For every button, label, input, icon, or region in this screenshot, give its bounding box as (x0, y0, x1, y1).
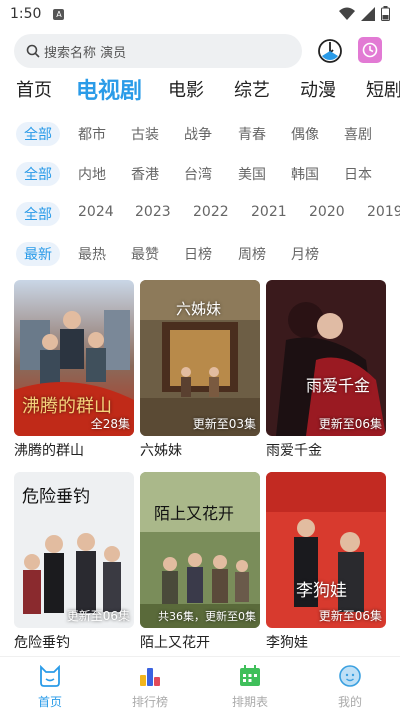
poster-image: 沸腾的群山 全28集 (14, 280, 134, 436)
drama-card[interactable]: 沸腾的群山 全28集 沸腾的群山 (14, 280, 134, 460)
tab-anime[interactable]: 动漫 (300, 76, 336, 102)
drama-title: 沸腾的群山 (14, 443, 84, 459)
filter-chip[interactable]: 最新 (16, 242, 60, 266)
tab-short-drama[interactable]: 短剧 (366, 76, 400, 102)
filter-chip[interactable]: 周榜 (238, 244, 266, 264)
category-tabs: 首页 电视剧 电影 综艺 动漫 短剧 (0, 76, 400, 106)
search-icon (26, 44, 40, 58)
drama-card[interactable]: 陌上又花开 共36集，更新至0集 陌上又花开 (140, 472, 260, 652)
calendar-icon (240, 665, 260, 686)
filter-chip[interactable]: 日榜 (184, 244, 212, 264)
nav-label: 排期表 (231, 695, 268, 709)
clock-icon (362, 42, 378, 58)
nav-label: 首页 (37, 695, 62, 709)
filter-chip[interactable]: 月榜 (291, 244, 319, 264)
drama-card[interactable]: 雨爱千金 更新至06集 雨爱千金 (266, 280, 386, 460)
filter-chip[interactable]: 最赞 (131, 244, 159, 264)
filter-chip[interactable]: 古装 (131, 124, 159, 144)
filter-chip[interactable]: 2023 (135, 204, 171, 220)
filter-chip[interactable]: 2024 (78, 204, 114, 220)
filter-chip[interactable]: 日本 (344, 164, 372, 184)
filter-chip[interactable]: 美国 (238, 164, 266, 184)
filter-chip[interactable]: 台湾 (184, 164, 212, 184)
drama-card[interactable]: 危险垂钓 更新至06集 危险垂钓 (14, 472, 134, 652)
filter-chip[interactable]: 2021 (251, 204, 287, 220)
poster-art (266, 280, 386, 436)
status-time: 1:50 (10, 6, 42, 22)
episode-badge: 更新至06集 (318, 417, 382, 431)
filter-chip[interactable]: 韩国 (291, 164, 319, 184)
sort-filter-row: 最新 最热 最赞 日榜 周榜 月榜 (0, 242, 400, 270)
filter-chip[interactable]: 香港 (131, 164, 159, 184)
wifi-icon (339, 7, 355, 20)
tab-variety[interactable]: 综艺 (234, 76, 270, 102)
filter-chip[interactable]: 偶像 (291, 124, 319, 144)
poster-image: 危险垂钓 更新至06集 (14, 472, 134, 628)
episode-badge: 共36集，更新至0集 (158, 610, 256, 623)
tab-home[interactable]: 首页 (16, 76, 52, 102)
nav-label: 排行榜 (131, 695, 168, 709)
poster-image: 雨爱千金 更新至06集 (266, 280, 386, 436)
tab-movies[interactable]: 电影 (168, 76, 204, 102)
filter-chip[interactable]: 全部 (16, 122, 60, 146)
drama-title: 李狗娃 (266, 635, 308, 651)
filter-chip[interactable]: 2019 (367, 204, 400, 220)
profile-icon (339, 665, 361, 687)
filter-chip[interactable]: 战争 (184, 124, 212, 144)
notification-a-icon: A (53, 8, 65, 20)
poster-art (266, 472, 386, 628)
filter-chip[interactable]: 2020 (309, 204, 345, 220)
poster-title-text: 李狗娃 (296, 581, 347, 601)
episode-badge: 全28集 (90, 417, 130, 431)
nav-ranking[interactable]: 排行榜 (115, 665, 185, 710)
poster-art (140, 472, 260, 628)
poster-title-text: 危险垂钓 (22, 487, 90, 507)
nav-profile[interactable]: 我的 (315, 665, 385, 710)
search-placeholder: 搜索名称 演员 (44, 45, 127, 61)
drama-title: 陌上又花开 (140, 635, 210, 651)
poster-image: 六姊妹 更新至03集 (140, 280, 260, 436)
history-download-icon[interactable] (317, 38, 343, 64)
episode-badge: 更新至06集 (66, 609, 130, 623)
drama-title: 危险垂钓 (14, 635, 70, 651)
drama-title: 雨爱千金 (266, 443, 322, 459)
filter-chip[interactable]: 最热 (78, 244, 106, 264)
drama-card[interactable]: 李狗娃 更新至06集 李狗娃 (266, 472, 386, 652)
status-bar: 1:50 A (0, 0, 400, 28)
filter-chip[interactable]: 喜剧 (344, 124, 372, 144)
filter-chip[interactable]: 内地 (78, 164, 106, 184)
ranking-icon (140, 668, 160, 686)
poster-image: 李狗娃 更新至06集 (266, 472, 386, 628)
filter-chip[interactable]: 全部 (16, 162, 60, 186)
genre-filter-row: 全部 都市 古装 战争 青春 偶像 喜剧 (0, 122, 400, 150)
clock-button[interactable] (358, 37, 382, 63)
year-filter-row: 全部 2024 2023 2022 2021 2020 2019 (0, 202, 400, 230)
region-filter-row: 全部 内地 香港 台湾 美国 韩国 日本 (0, 162, 400, 190)
nav-label: 我的 (337, 695, 362, 709)
bottom-nav: 首页 排行榜 排期表 我的 (0, 656, 400, 712)
poster-title-text: 陌上又花开 (154, 504, 235, 523)
episode-badge: 更新至03集 (192, 417, 256, 431)
signal-icon (361, 6, 375, 21)
tab-tv-series[interactable]: 电视剧 (76, 73, 142, 105)
filter-chip[interactable]: 全部 (16, 202, 60, 226)
poster-title-text: 雨爱千金 (306, 376, 371, 395)
battery-icon (381, 6, 390, 21)
episode-badge: 更新至06集 (318, 609, 382, 623)
home-cat-icon (40, 664, 60, 687)
drama-title: 六姊妹 (140, 443, 182, 459)
status-icons (339, 6, 390, 21)
nav-schedule[interactable]: 排期表 (215, 665, 285, 710)
drama-card[interactable]: 六姊妹 更新至03集 六姊妹 (140, 280, 260, 460)
nav-home[interactable]: 首页 (15, 664, 85, 710)
poster-title-text: 六姊妹 (176, 300, 222, 318)
poster-image: 陌上又花开 共36集，更新至0集 (140, 472, 260, 628)
filter-chip[interactable]: 2022 (193, 204, 229, 220)
search-input[interactable]: 搜索名称 演员 (14, 34, 302, 68)
filter-chip[interactable]: 青春 (238, 124, 266, 144)
filter-chip[interactable]: 都市 (78, 124, 106, 144)
search-row: 搜索名称 演员 (0, 34, 400, 68)
